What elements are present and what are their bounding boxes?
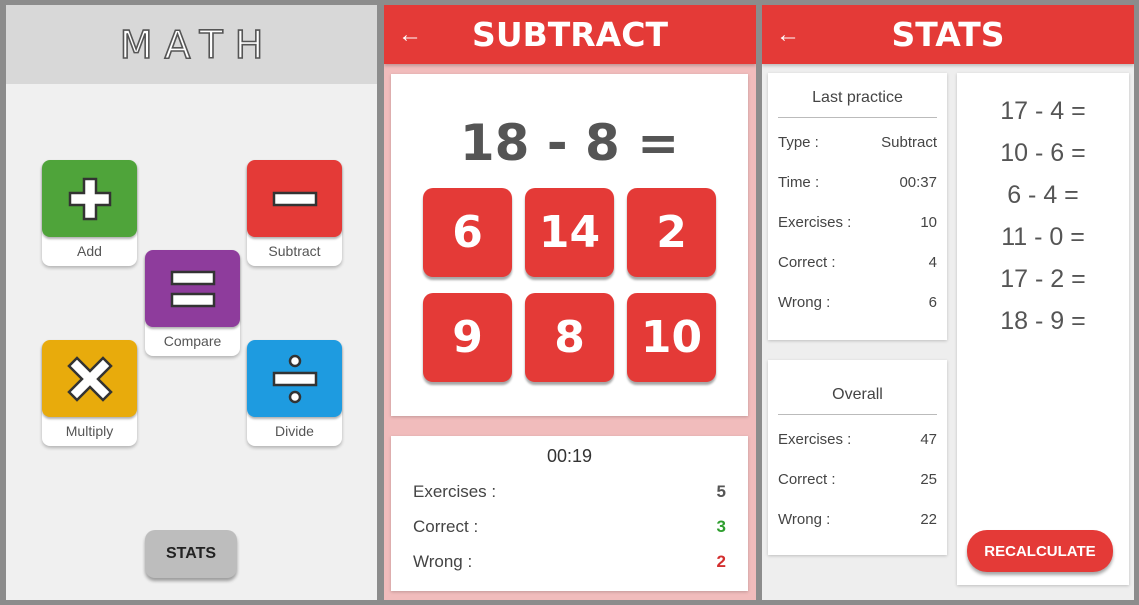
answer-button[interactable]: 9 — [423, 293, 512, 382]
stats-screen: ← STATS Last practice Type : Subtract Tim… — [762, 5, 1134, 600]
wrong-value: 2 — [716, 552, 726, 571]
divide-icon — [247, 340, 342, 417]
plus-icon — [42, 160, 137, 237]
row-value: Subtract — [881, 134, 937, 151]
score-card: 00:19 Exercises : 5 Correct : 3 Wrong : … — [391, 436, 748, 591]
history-equation: 11 - 0 = — [1001, 223, 1085, 251]
overall-card: Overall Exercises : 47 Correct : 25 Wrong … — [768, 360, 947, 555]
row-label: Exercises : — [778, 431, 852, 448]
wrong-row: Wrong : 22 — [778, 511, 937, 528]
wrong-row: Wrong : 6 — [778, 294, 937, 311]
history-card: 17 - 4 = 10 - 6 = 6 - 4 = 11 - 0 = 17 - … — [957, 73, 1129, 585]
row-value: 6 — [928, 294, 937, 311]
correct-row: Correct : 25 — [778, 471, 937, 488]
history-equation: 17 - 2 = — [1000, 265, 1086, 293]
row-label: Time : — [778, 174, 820, 191]
stats-title: STATS — [891, 15, 1005, 54]
correct-label: Correct : — [413, 517, 479, 536]
type-row: Type : Subtract — [778, 134, 937, 151]
add-tile[interactable]: Add — [42, 160, 137, 266]
divide-label: Divide — [275, 423, 314, 439]
stats-header: ← STATS — [762, 5, 1134, 64]
last-practice-heading: Last practice — [778, 89, 937, 118]
question-card: 18 - 8 = 6 14 2 9 8 10 — [391, 74, 748, 416]
practice-title: SUBTRACT — [472, 15, 668, 54]
row-label: Wrong : — [778, 511, 831, 528]
menu-header: MATH — [6, 5, 377, 84]
exercises-label: Exercises : — [413, 482, 497, 501]
recalculate-button[interactable]: RECALCULATE — [967, 530, 1113, 572]
equals-icon — [145, 250, 240, 327]
row-value: 22 — [920, 511, 937, 528]
row-label: Correct : — [778, 254, 836, 271]
history-equation: 17 - 4 = — [1000, 97, 1086, 125]
app-title: MATH — [119, 22, 276, 68]
row-label: Wrong : — [778, 294, 831, 311]
overall-heading: Overall — [778, 386, 937, 415]
wrong-label: Wrong : — [413, 552, 473, 571]
add-label: Add — [77, 243, 102, 259]
row-label: Correct : — [778, 471, 836, 488]
multiply-tile[interactable]: Multiply — [42, 340, 137, 446]
stats-button[interactable]: STATS — [145, 530, 237, 578]
multiply-label: Multiply — [65, 423, 114, 439]
row-label: Exercises : — [778, 214, 852, 231]
divide-tile[interactable]: Divide — [247, 340, 342, 446]
minus-icon — [247, 160, 342, 237]
back-arrow-icon[interactable]: ← — [776, 21, 800, 49]
exercises-row: Exercises : 5 — [413, 482, 726, 502]
wrong-row: Wrong : 2 — [413, 552, 726, 572]
answer-button[interactable]: 2 — [627, 188, 716, 277]
question-text: 18 - 8 = — [459, 114, 680, 172]
subtract-label: Subtract — [268, 243, 321, 259]
row-value: 4 — [928, 254, 937, 271]
correct-row: Correct : 3 — [413, 517, 726, 537]
exercises-row: Exercises : 47 — [778, 431, 937, 448]
history-equation: 6 - 4 = — [1007, 181, 1079, 209]
practice-header: ← SUBTRACT — [384, 5, 756, 64]
time-row: Time : 00:37 — [778, 174, 937, 191]
answer-button[interactable]: 6 — [423, 188, 512, 277]
subtract-tile[interactable]: Subtract — [247, 160, 342, 266]
correct-value: 3 — [716, 517, 726, 536]
correct-row: Correct : 4 — [778, 254, 937, 271]
compare-label: Compare — [163, 333, 222, 349]
row-value: 25 — [920, 471, 937, 488]
answer-button[interactable]: 14 — [525, 188, 614, 277]
answer-button[interactable]: 10 — [627, 293, 716, 382]
back-arrow-icon[interactable]: ← — [398, 21, 422, 49]
menu-screen: MATH Add Subtract Compare Multiply Divid… — [6, 5, 377, 600]
history-equation: 10 - 6 = — [1000, 139, 1086, 167]
row-value: 47 — [920, 431, 937, 448]
exercises-row: Exercises : 10 — [778, 214, 937, 231]
timer: 00:19 — [546, 446, 593, 466]
last-practice-card: Last practice Type : Subtract Time : 00:37… — [768, 73, 947, 340]
history-equation: 18 - 9 = — [1000, 307, 1086, 335]
row-value: 00:37 — [899, 174, 937, 191]
practice-screen: ← SUBTRACT 18 - 8 = 6 14 2 9 8 10 00:19 … — [384, 5, 756, 600]
exercises-value: 5 — [716, 482, 726, 501]
compare-tile[interactable]: Compare — [145, 250, 240, 356]
row-value: 10 — [920, 214, 937, 231]
row-label: Type : — [778, 134, 819, 151]
answer-button[interactable]: 8 — [525, 293, 614, 382]
times-icon — [42, 340, 137, 417]
